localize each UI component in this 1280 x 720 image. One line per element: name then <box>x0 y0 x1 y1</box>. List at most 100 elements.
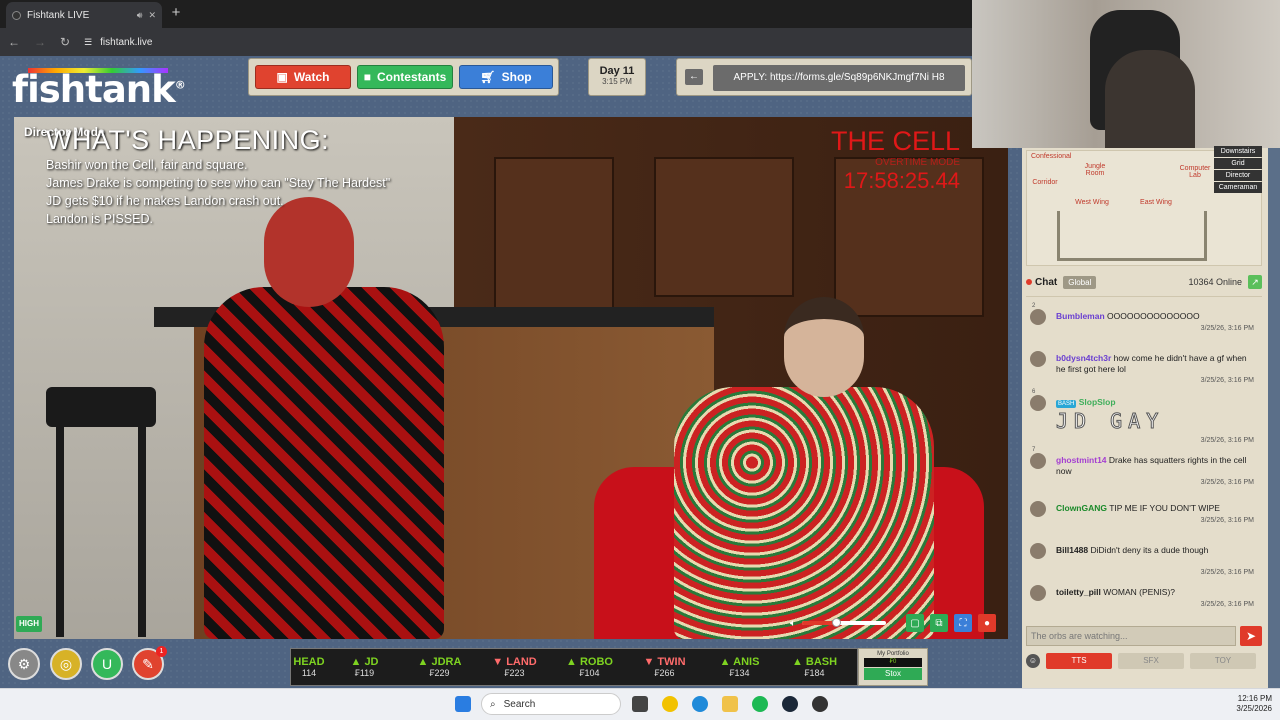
map-view-button[interactable]: Downstairs <box>1214 146 1262 157</box>
new-tab-button[interactable]: + <box>168 4 184 22</box>
ticker-item[interactable]: ▲ ANIS ₣134 <box>702 656 777 678</box>
avatar[interactable] <box>1030 501 1046 517</box>
chat-username[interactable]: ghostmint14 <box>1056 455 1107 465</box>
emoji-icon[interactable]: ☺ <box>1026 654 1040 668</box>
browser-tab[interactable]: Fishtank LIVE 🔊︎ ✕ <box>6 2 162 28</box>
ticker-item[interactable]: ▲ ROBO ₣104 <box>552 656 627 678</box>
site-info-icon[interactable]: ☰ <box>84 37 92 48</box>
ticker-name: ▲ ROBO <box>566 656 613 668</box>
avatar[interactable] <box>1030 585 1046 601</box>
quality-badge[interactable]: HIGH <box>16 616 42 632</box>
message-number: 7 <box>1032 447 1036 453</box>
ticker-item[interactable]: ▲ JDRA ₣229 <box>402 656 477 678</box>
avatar[interactable] <box>1030 309 1046 325</box>
volume-slider[interactable] <box>802 618 886 627</box>
volume-knob[interactable] <box>831 618 841 627</box>
map-view-button[interactable]: Cameraman <box>1214 182 1262 193</box>
toy-button[interactable]: TOY <box>1190 653 1256 669</box>
shop-button[interactable]: 🛒︎ Shop <box>459 65 553 89</box>
ticker-item[interactable]: ▼ LAND ₣223 <box>477 656 552 678</box>
map-view-buttons: Downstairs Grid Director Cameraman <box>1214 146 1262 193</box>
ticker-value-label: 184 <box>809 668 825 678</box>
chat-username[interactable]: b0dysn4tch3r <box>1056 353 1111 363</box>
spotify-icon[interactable] <box>752 696 768 712</box>
reload-icon[interactable]: ↻ <box>60 35 70 49</box>
video-controls: 🔈︎ ▢ ⧉ ⛶ ● <box>790 614 996 632</box>
ticker-name: ▼ LAND <box>492 656 537 668</box>
task-view-icon[interactable] <box>632 696 648 712</box>
map-room[interactable]: West Wing <box>1067 199 1117 206</box>
global-tab[interactable]: Global <box>1063 275 1097 289</box>
file-explorer-icon[interactable] <box>722 696 738 712</box>
ticker-item[interactable]: ▼ TWIN ₣266 <box>627 656 702 678</box>
map-room[interactable]: East Wing <box>1131 199 1181 206</box>
chat-username[interactable]: Bill1488 <box>1056 545 1088 555</box>
contestants-button[interactable]: ■ Contestants <box>357 65 453 89</box>
map-room[interactable]: Confessional <box>1031 153 1071 160</box>
address-field[interactable]: ☰ fishtank.live <box>84 37 152 48</box>
logo-stripe <box>28 68 168 73</box>
steam-icon[interactable] <box>782 696 798 712</box>
chat-username[interactable]: SlopSlop <box>1079 397 1116 407</box>
ticker-item[interactable]: HEAD 114 <box>291 656 327 678</box>
avatar[interactable] <box>1030 395 1046 411</box>
chat-input[interactable]: The orbs are watching... <box>1026 626 1236 646</box>
ticker-value: 114 <box>291 668 327 678</box>
obs-icon[interactable] <box>812 696 828 712</box>
ticker-item[interactable]: ▲ BASH ₣184 <box>777 656 852 678</box>
chrome-icon[interactable] <box>662 696 678 712</box>
message-number: 6 <box>1032 389 1036 395</box>
edge-icon[interactable] <box>692 696 708 712</box>
send-icon[interactable]: ➤ <box>1240 626 1262 646</box>
message-body: ClownGANG TIP ME IF YOU DON'T WIPE <box>1056 503 1256 514</box>
map-view-button[interactable]: Grid <box>1214 158 1262 169</box>
forward-icon[interactable]: → <box>34 35 46 49</box>
ticker-value: ₣184 <box>804 668 825 678</box>
map-view-button[interactable]: Director <box>1214 170 1262 181</box>
chat-username[interactable]: Bumbleman <box>1056 311 1105 321</box>
arrow-left-icon[interactable]: ← <box>685 69 703 85</box>
close-tab-icon[interactable]: ✕ <box>148 10 156 21</box>
fishtank-logo[interactable]: fishtank® <box>12 68 186 111</box>
sfx-button[interactable]: SFX <box>1118 653 1184 669</box>
watch-button[interactable]: ▣ Watch <box>255 65 351 89</box>
coins-icon[interactable]: ◎ <box>50 648 82 680</box>
video-scene-head-right <box>784 297 864 397</box>
happening-line: Landon is PISSED. <box>46 212 154 226</box>
map-room[interactable]: Corridor <box>1031 179 1059 186</box>
map-room[interactable]: Computer Lab <box>1175 165 1215 179</box>
fullscreen-icon[interactable]: ⛶ <box>954 614 972 632</box>
stock-ticker[interactable]: HEAD 114 ▲ JD ₣119 ▲ JDRA ₣229 ▼ LAND ₣223 ▲ ROB… <box>290 648 858 686</box>
volume-icon[interactable]: 🔈︎ <box>790 618 796 629</box>
trend-icon[interactable]: ↗ <box>1248 275 1262 289</box>
settings-gear-icon[interactable]: ⚙ <box>8 648 40 680</box>
avatar[interactable] <box>1030 351 1046 367</box>
chat-username[interactable]: toiletty_pill <box>1056 587 1101 597</box>
tts-button[interactable]: TTS <box>1046 653 1112 669</box>
toy-label: TOY <box>1214 656 1232 665</box>
tv-icon: ▣ <box>276 70 288 84</box>
clip-icon[interactable]: ▢ <box>906 614 924 632</box>
ticker-value: ₣134 <box>729 668 750 678</box>
chat-username[interactable]: ClownGANG <box>1056 503 1107 513</box>
message-text: WOMAN (PENIS)? <box>1103 587 1176 597</box>
ticker-name-label: LAND <box>506 656 537 668</box>
back-icon[interactable]: ← <box>8 35 20 49</box>
ticker-name: ▲ JD <box>350 656 379 668</box>
avatar[interactable] <box>1030 453 1046 469</box>
chat-title-label: Chat <box>1035 276 1058 288</box>
avatar[interactable] <box>1030 543 1046 559</box>
apply-link[interactable]: APPLY: https://forms.gle/Sq89p6NKJmgf7Ni… <box>713 65 965 91</box>
day-indicator: Day 11 3:15 PM <box>588 58 646 96</box>
magnet-icon[interactable]: U <box>91 648 123 680</box>
taskbar-search[interactable]: ⌕ Search <box>481 693 621 715</box>
ticker-item[interactable]: ▲ JD ₣119 <box>327 656 402 678</box>
chat-message-list[interactable]: 2 Bumbleman OOOOOOOOOOOOOO 3/25/26, 3:16 P… <box>1026 296 1262 622</box>
record-icon[interactable]: ● <box>978 614 996 632</box>
map-room[interactable]: Jungle Room <box>1075 163 1115 177</box>
stox-button[interactable]: Stox <box>864 668 922 680</box>
taskbar-clock[interactable]: 12:16 PM 3/25/2026 <box>1222 694 1272 714</box>
windows-start-icon[interactable] <box>455 696 471 712</box>
cast-icon[interactable]: ⧉ <box>930 614 948 632</box>
speaker-icon[interactable]: 🔊︎ <box>137 10 143 21</box>
